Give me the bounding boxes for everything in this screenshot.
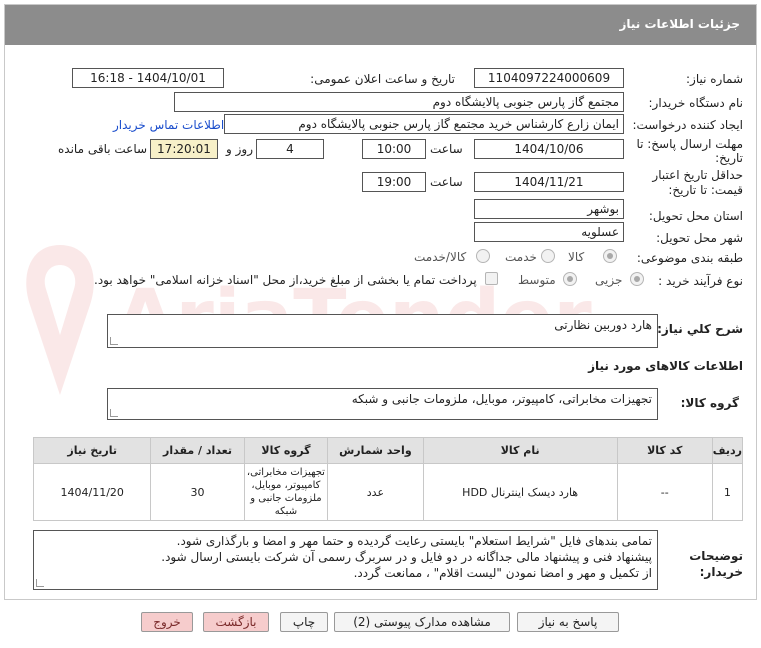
category-radio-goods-service[interactable]	[476, 249, 490, 263]
summary-label: شرح کلي نیاز:	[657, 322, 743, 336]
cell-qty: 30	[150, 463, 245, 521]
panel-header: جزئیات اطلاعات نیاز	[5, 5, 756, 45]
days-label: روز و	[226, 142, 253, 156]
notes-label-2: خریدار:	[699, 565, 743, 579]
days-field: 4	[256, 139, 324, 159]
creator-field: ایمان زارع کارشناس خرید مجتمع گاز پارس ج…	[224, 114, 624, 134]
province-label: استان محل تحویل:	[648, 209, 743, 223]
table-row: 1 -- هارد دیسک اینترنال HDD عدد تجهیزات …	[32, 463, 744, 521]
process-radio-medium[interactable]	[563, 272, 577, 286]
buyer-org-field: مجتمع گاز پارس جنوبی پالایشگاه دوم	[174, 92, 624, 112]
col-header-index: ردیف	[711, 437, 744, 464]
validity-time-field: 19:00	[362, 172, 426, 192]
buyer-contact-link[interactable]: اطلاعات تماس خریدار	[113, 118, 224, 132]
send-deadline-label-2: تاریخ:	[715, 151, 743, 165]
notes-line-1: تمامی بندهای فایل "شرایط استعلام" بایستی…	[176, 534, 652, 548]
cell-name: هارد دیسک اینترنال HDD	[422, 463, 618, 521]
send-deadline-label-1: مهلت ارسال پاسخ: تا	[636, 137, 743, 151]
col-header-unit: واحد شمارش	[327, 437, 424, 464]
goods-group-label: گروه کالا:	[680, 396, 739, 410]
reply-button[interactable]: پاسخ به نیاز	[517, 612, 619, 632]
city-field: عسلویه	[474, 222, 624, 242]
notes-line-3: از تکمیل و مهر و امضا نمودن "لیست اقلام"…	[353, 566, 652, 580]
table-header-row: ردیف کد کالا نام کالا واحد شمارش گروه کا…	[32, 437, 744, 464]
exit-button[interactable]: خروج	[141, 612, 193, 632]
notes-line-2: پیشنهاد فنی و پیشنهاد مالی جداگانه در دو…	[161, 550, 652, 564]
announce-label: تاریخ و ساعت اعلان عمومی:	[310, 72, 455, 86]
resize-grip-icon[interactable]	[110, 409, 118, 417]
remaining-label: ساعت باقی مانده	[58, 142, 148, 156]
goods-group-textarea[interactable]: تجهیزات مخابراتی، کامپیوتر، موبایل، ملزو…	[107, 388, 658, 420]
cell-group: تجهیزات مخابراتی، کامپیوتر، موبایل، ملزو…	[243, 463, 329, 521]
back-button[interactable]: بازگشت	[203, 612, 269, 632]
process-label: نوع فرآیند خرید :	[658, 274, 743, 288]
items-table: ردیف کد کالا نام کالا واحد شمارش گروه کا…	[32, 437, 744, 521]
process-partial-label: جزیی	[595, 273, 623, 287]
validity-label-1: حداقل تاریخ اعتبار	[652, 168, 743, 182]
notes-label-1: توضیحات	[689, 549, 743, 563]
need-number-field: 1104097224000609	[474, 68, 624, 88]
treasury-checkbox[interactable]	[485, 272, 498, 285]
validity-date-field: 1404/11/21	[474, 172, 624, 192]
summary-text: هارد دوربین نظارتی	[554, 318, 652, 332]
notes-textarea[interactable]: تمامی بندهای فایل "شرایط استعلام" بایستی…	[33, 530, 658, 590]
cell-index: 1	[711, 463, 744, 521]
category-goods-service-label: کالا/خدمت	[414, 250, 467, 264]
col-header-date: تاریخ نیاز	[32, 437, 152, 464]
announce-field: 1404/10/01 - 16:18	[72, 68, 224, 88]
summary-textarea[interactable]: هارد دوربین نظارتی	[107, 314, 658, 348]
send-time-label: ساعت	[430, 142, 463, 156]
col-header-name: نام کالا	[422, 437, 618, 464]
validity-time-label: ساعت	[430, 175, 463, 189]
attachments-button[interactable]: مشاهده مدارک پیوستی (2)	[334, 612, 510, 632]
cell-unit: عدد	[327, 463, 424, 521]
col-header-group: گروه کالا	[243, 437, 329, 464]
province-field: بوشهر	[474, 199, 624, 219]
col-header-code: کد کالا	[616, 437, 713, 464]
cell-date: 1404/11/20	[32, 463, 152, 521]
goods-group-text: تجهیزات مخابراتی، کامپیوتر، موبایل، ملزو…	[351, 392, 652, 406]
category-goods-label: کالا	[568, 250, 585, 264]
col-header-qty: تعداد / مقدار	[150, 437, 245, 464]
send-date-field: 1404/10/06	[474, 139, 624, 159]
goods-info-heading: اطلاعات کالاهای مورد نیاز	[588, 359, 743, 373]
print-button[interactable]: چاپ	[280, 612, 328, 632]
category-service-label: خدمت	[505, 250, 537, 264]
remaining-time-field: 17:20:01	[150, 139, 218, 159]
panel-title: جزئیات اطلاعات نیاز	[619, 17, 740, 31]
validity-label-2: قیمت: تا تاریخ:	[668, 183, 743, 197]
category-radio-goods[interactable]	[603, 249, 617, 263]
resize-grip-icon[interactable]	[36, 579, 44, 587]
category-label: طبقه بندی موضوعی:	[636, 251, 743, 265]
treasury-note: پرداخت تمام یا بخشی از مبلغ خرید،از محل …	[94, 273, 477, 287]
buyer-org-label: نام دستگاه خریدار:	[648, 96, 744, 110]
send-time-field: 10:00	[362, 139, 426, 159]
creator-label: ایجاد کننده درخواست:	[632, 118, 743, 132]
process-radio-partial[interactable]	[630, 272, 644, 286]
resize-grip-icon[interactable]	[110, 337, 118, 345]
process-medium-label: متوسط	[518, 273, 556, 287]
city-label: شهر محل تحویل:	[656, 231, 743, 245]
cell-code: --	[616, 463, 713, 521]
category-radio-service[interactable]	[541, 249, 555, 263]
need-number-label: شماره نیاز:	[686, 72, 743, 86]
